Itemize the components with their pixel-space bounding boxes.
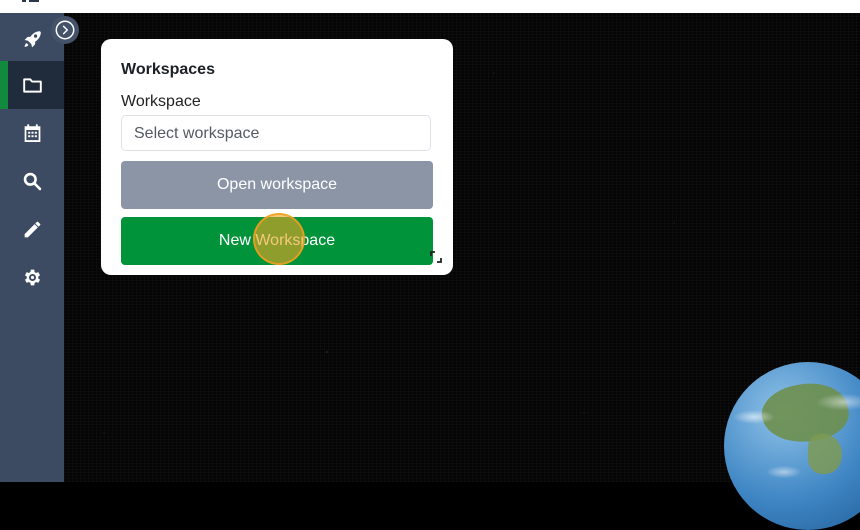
rocket-icon (24, 30, 41, 47)
search-icon (23, 172, 41, 190)
sidebar-toggle-button[interactable] (51, 16, 79, 44)
calendar-icon (24, 123, 40, 142)
pencil-icon (24, 221, 40, 237)
panel-title: Workspaces (121, 61, 215, 78)
resize-handle-icon[interactable] (430, 251, 442, 263)
top-bar (0, 0, 860, 13)
sidebar-item-edit[interactable] (0, 205, 64, 253)
workspace-select[interactable]: Select workspace (121, 115, 431, 151)
menu-icon[interactable] (22, 0, 46, 3)
sidebar (0, 13, 64, 482)
sidebar-item-workspaces[interactable] (0, 61, 64, 109)
workspaces-panel: Workspaces Workspace Select workspace Op… (101, 39, 453, 275)
folder-icon (22, 77, 42, 93)
sidebar-item-settings[interactable] (0, 253, 64, 301)
open-workspace-button[interactable]: Open workspace (121, 161, 433, 209)
gear-icon (24, 269, 40, 285)
sidebar-item-search[interactable] (0, 157, 64, 205)
workspace-field-label: Workspace (121, 93, 201, 110)
sidebar-item-calendar[interactable] (0, 109, 64, 157)
chevron-right-circle-icon (55, 20, 75, 40)
new-workspace-button[interactable]: New Workspace (121, 217, 433, 265)
